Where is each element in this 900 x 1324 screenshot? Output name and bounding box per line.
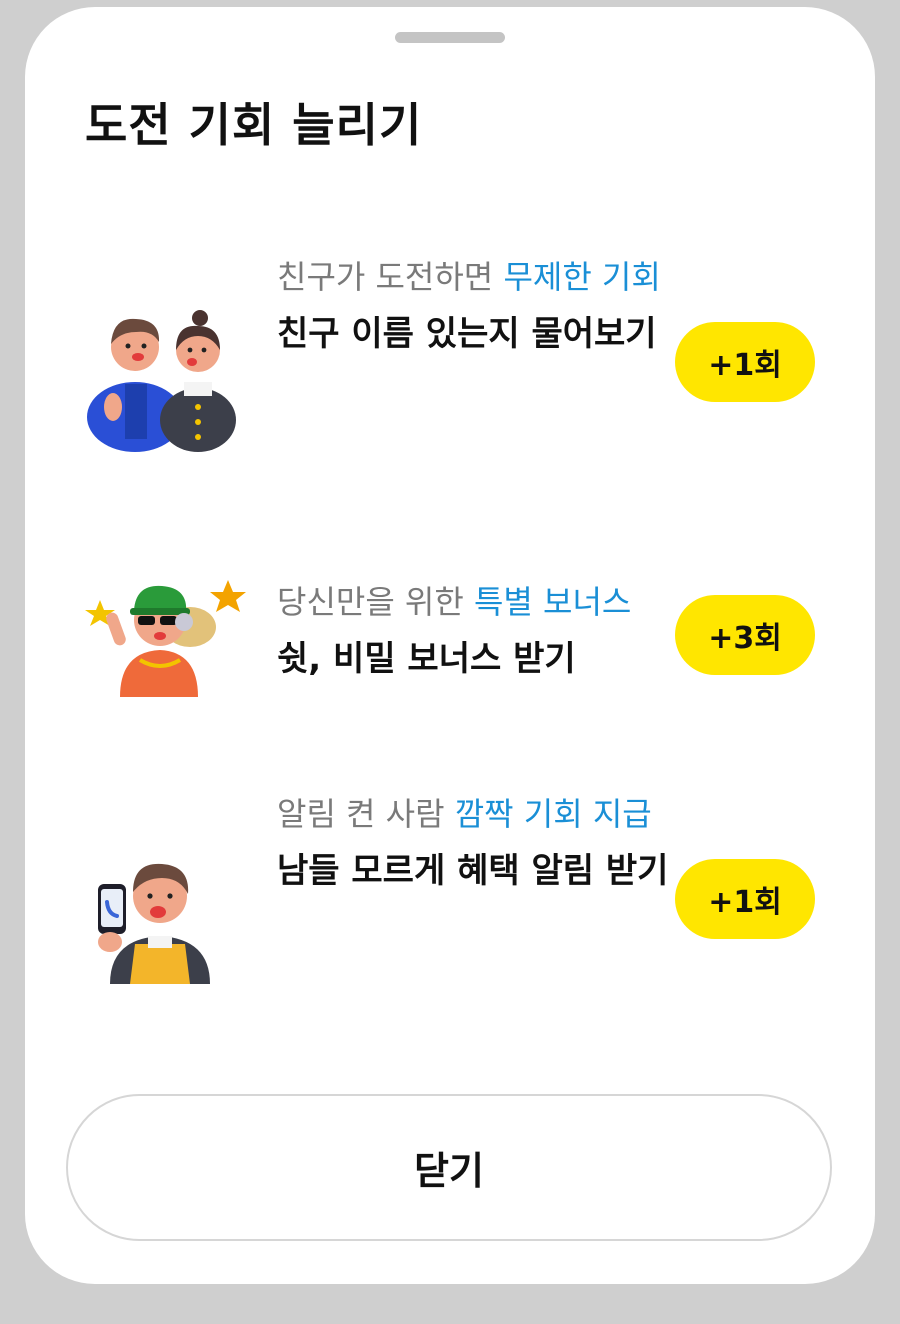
- subtitle-highlight: 특별 보너스: [473, 583, 632, 621]
- item-text: 친구가 도전하면 무제한 기회 친구 이름 있는지 물어보기: [277, 252, 677, 362]
- subtitle-highlight: 깜짝 기회 지급: [454, 795, 652, 833]
- list-item-notification[interactable]: 알림 켠 사람 깜짝 기회 지급 남들 모르게 혜택 알림 받기 +1회: [25, 789, 875, 1019]
- item-title: 친구 이름 있는지 물어보기: [277, 314, 657, 354]
- sheet-title: 도전 기회 늘리기: [85, 98, 423, 152]
- subtitle-prefix: 알림 켠 사람: [277, 795, 455, 833]
- item-text: 알림 켠 사람 깜짝 기회 지급 남들 모르게 혜택 알림 받기: [277, 789, 677, 899]
- item-subtitle: 알림 켠 사람 깜짝 기회 지급: [277, 789, 677, 839]
- item-title: 쉿, 비밀 보너스 받기: [277, 639, 576, 679]
- cool-character-illustration-icon: [80, 572, 250, 701]
- reward-badge[interactable]: +3회: [675, 595, 815, 675]
- subtitle-prefix: 친구가 도전하면: [277, 258, 504, 296]
- drag-handle[interactable]: [395, 32, 505, 43]
- reward-badge[interactable]: +1회: [675, 322, 815, 402]
- bottom-sheet: 도전 기회 늘리기 친구가 도전하면 무제한 기회 친구 이름 있는지 물어보기…: [25, 7, 875, 1284]
- phone-character-illustration-icon: [80, 844, 230, 988]
- item-subtitle: 친구가 도전하면 무제한 기회: [277, 252, 677, 302]
- reward-badge[interactable]: +1회: [675, 859, 815, 939]
- item-subtitle: 당신만을 위한 특별 보너스: [277, 577, 677, 627]
- subtitle-highlight: 무제한 기회: [503, 258, 661, 296]
- item-text: 당신만을 위한 특별 보너스 쉿, 비밀 보너스 받기: [277, 577, 677, 687]
- friends-illustration-icon: [80, 302, 240, 456]
- close-button[interactable]: 닫기: [66, 1094, 832, 1241]
- item-title: 남들 모르게 혜택 알림 받기: [277, 851, 669, 891]
- list-item-invite-friend[interactable]: 친구가 도전하면 무제한 기회 친구 이름 있는지 물어보기 +1회: [25, 252, 875, 482]
- list-item-secret-bonus[interactable]: 당신만을 위한 특별 보너스 쉿, 비밀 보너스 받기 +3회: [25, 577, 875, 707]
- subtitle-prefix: 당신만을 위한: [277, 583, 474, 621]
